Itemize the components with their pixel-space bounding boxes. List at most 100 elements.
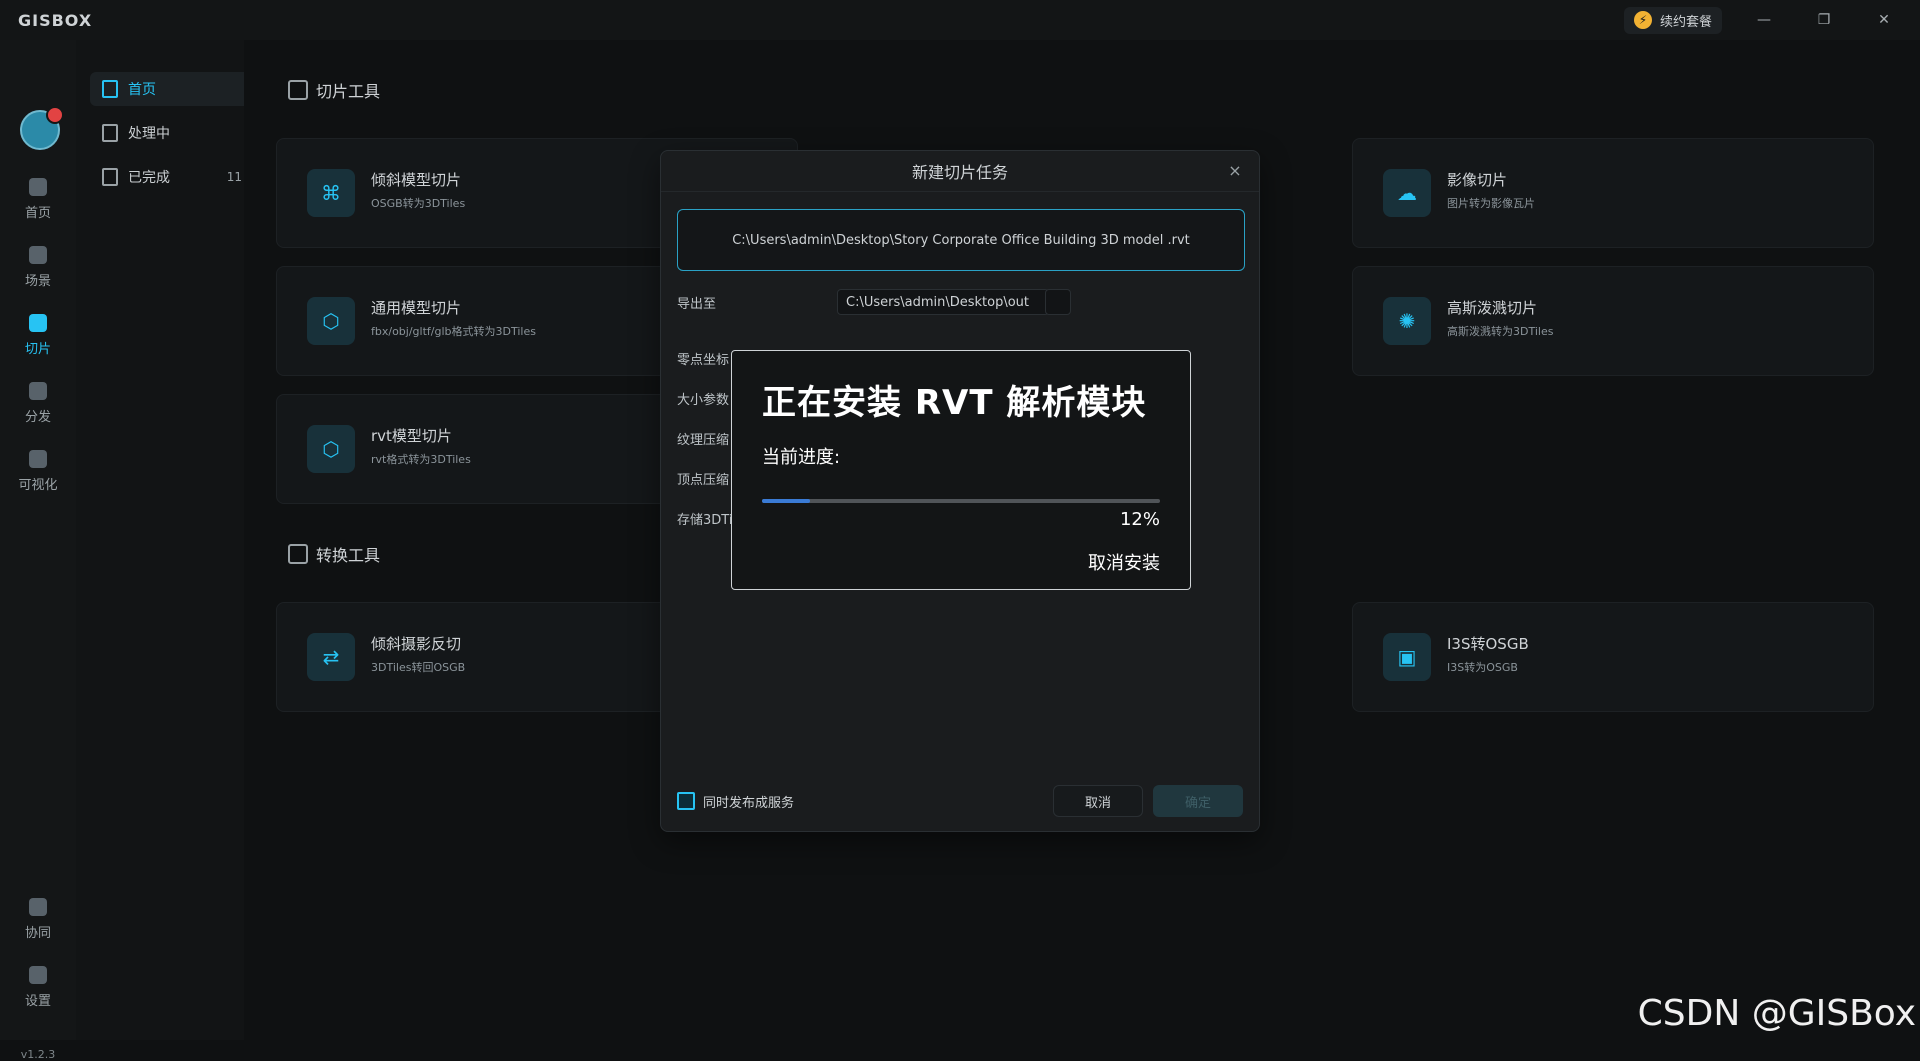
card-image-slice[interactable]: ☁ 影像切片 图片转为影像瓦片	[1352, 138, 1874, 248]
sidebar-item-label: 场景	[24, 274, 51, 289]
minimize-icon[interactable]: —	[1746, 8, 1782, 32]
sidebar-item-settings[interactable]: 设置	[0, 966, 76, 1009]
scene-icon	[29, 246, 47, 264]
cancel-button[interactable]: 取消	[1053, 785, 1143, 817]
slice-section-title: 切片工具	[288, 78, 380, 102]
export-label: 导出至	[677, 297, 717, 312]
size-parameter-label: 大小参数	[677, 393, 730, 408]
card-subtitle: OSGB转为3DTiles	[371, 197, 466, 210]
modal-header: 新建切片任务 ×	[661, 151, 1259, 192]
document-icon	[102, 168, 118, 186]
sidebar-item-label: 设置	[24, 994, 51, 1009]
sidebar-item-label: 首页	[24, 206, 51, 221]
sidebar-item-slice[interactable]: 切片	[0, 314, 76, 357]
card-title: 通用模型切片	[371, 299, 462, 317]
progress-bar	[762, 499, 1160, 503]
box-icon: ⬡	[307, 425, 355, 473]
cancel-install-button[interactable]: 取消安装	[1088, 549, 1160, 575]
restore-icon[interactable]: ❐	[1806, 8, 1842, 32]
settings-icon	[29, 966, 47, 984]
sidebar-item-scene[interactable]: 场景	[0, 246, 76, 289]
modal-footer: 同时发布成服务 取消 确定	[677, 785, 1243, 817]
subnav-item-processing[interactable]: 处理中	[90, 116, 254, 150]
publish-service-checkbox[interactable]: 同时发布成服务	[677, 792, 794, 811]
convert-icon	[288, 544, 308, 564]
title-actions: ⚡ 续约套餐 — ❐ ✕	[1623, 6, 1902, 34]
reverse-icon: ⇄	[307, 633, 355, 681]
renew-button[interactable]: ⚡ 续约套餐	[1623, 6, 1722, 34]
confirm-button[interactable]: 确定	[1153, 785, 1243, 817]
export-path-input[interactable]: C:\Users\admin\Desktop\out	[837, 289, 1049, 315]
title-bar: GISBOX ⚡ 续约套餐 — ❐ ✕	[0, 0, 1920, 40]
document-icon	[102, 80, 118, 98]
completed-count: 11	[226, 170, 242, 184]
app-logo: GISBOX	[18, 10, 93, 30]
card-gaussian-slice[interactable]: ✺ 高斯泼溅切片 高斯泼溅转为3DTiles	[1352, 266, 1874, 376]
app-version: v1.2.3	[20, 1048, 56, 1061]
modal-title: 新建切片任务	[911, 163, 1008, 182]
folder-icon[interactable]	[1045, 289, 1071, 315]
progress-label: 当前进度:	[762, 447, 841, 468]
card-subtitle: fbx/obj/gltf/glb格式转为3DTiles	[371, 325, 536, 338]
sidebar-item-label: 分发	[24, 410, 51, 425]
lightning-icon: ⚡	[1633, 11, 1652, 29]
card-subtitle: 3DTiles转回OSGB	[371, 661, 466, 674]
sidebar-item-team[interactable]: 协同	[0, 898, 76, 941]
modal-buttons: 取消 确定	[1053, 785, 1243, 817]
source-file-path[interactable]: C:\Users\admin\Desktop\Story Corporate O…	[677, 209, 1245, 271]
sidebar-item-label: 可视化	[18, 478, 58, 493]
box-icon: ⬡	[307, 297, 355, 345]
visual-icon	[29, 450, 47, 468]
install-rvt-dialog: 正在安装 RVT 解析模块 当前进度: 12% 取消安装	[731, 350, 1191, 590]
card-title: I3S转OSGB	[1447, 635, 1529, 653]
subnav-item-home[interactable]: 首页	[90, 72, 254, 106]
avatar[interactable]	[20, 106, 64, 150]
drone-icon: ⌘	[307, 169, 355, 217]
card-title: 影像切片	[1447, 171, 1508, 189]
sidebar-item-label: 协同	[24, 926, 51, 941]
subnav-item-label: 已完成	[128, 170, 170, 186]
document-icon	[102, 124, 118, 142]
subnav-item-completed[interactable]: 已完成 11	[90, 160, 254, 194]
layers-icon: ▣	[1383, 633, 1431, 681]
sidebar-item-distribute[interactable]: 分发	[0, 382, 76, 425]
notification-badge-icon	[46, 106, 64, 124]
card-title: 高斯泼溅切片	[1447, 299, 1538, 317]
sidebar-item-visual[interactable]: 可视化	[0, 450, 76, 493]
checkbox-icon	[677, 792, 695, 810]
card-subtitle: 高斯泼溅转为3DTiles	[1447, 325, 1554, 338]
sidebar: 首页 场景 切片 分发 可视化 协同 设置 v1.2.3	[0, 40, 76, 1061]
subnav-item-label: 处理中	[128, 126, 170, 142]
renew-label: 续约套餐	[1659, 14, 1712, 30]
watermark: CSDN @GISBox	[1637, 993, 1916, 1034]
sidebar-item-label: 切片	[24, 342, 51, 357]
close-icon[interactable]: ✕	[1866, 8, 1902, 32]
team-icon	[29, 898, 47, 916]
section-title-text: 转换工具	[316, 546, 381, 565]
card-subtitle: I3S转为OSGB	[1447, 661, 1518, 674]
vertex-compress-label: 顶点压缩	[677, 473, 730, 488]
install-title: 正在安装 RVT 解析模块	[762, 383, 1147, 423]
origin-coordinate-label: 零点坐标	[677, 353, 730, 368]
card-subtitle: rvt格式转为3DTiles	[371, 453, 471, 466]
distribute-icon	[29, 382, 47, 400]
progress-percent: 12%	[1119, 509, 1160, 530]
splat-icon: ✺	[1383, 297, 1431, 345]
cube-icon	[288, 80, 308, 100]
close-icon[interactable]: ×	[1225, 161, 1245, 181]
card-title: 倾斜模型切片	[371, 171, 462, 189]
card-title: 倾斜摄影反切	[371, 635, 462, 653]
card-title: rvt模型切片	[371, 427, 452, 445]
texture-compress-label: 纹理压缩	[677, 433, 730, 448]
subnav-item-label: 首页	[128, 82, 156, 98]
slice-icon	[29, 314, 47, 332]
card-subtitle: 图片转为影像瓦片	[1447, 197, 1535, 210]
home-icon	[29, 178, 47, 196]
convert-section-title: 转换工具	[288, 542, 380, 566]
card-i3s-to-osgb[interactable]: ▣ I3S转OSGB I3S转为OSGB	[1352, 602, 1874, 712]
cloud-icon: ☁	[1383, 169, 1431, 217]
section-title-text: 切片工具	[316, 82, 381, 101]
sidebar-item-home[interactable]: 首页	[0, 178, 76, 221]
checkbox-label: 同时发布成服务	[703, 795, 795, 811]
subnav: 首页 处理中 已完成 11	[76, 40, 254, 1040]
